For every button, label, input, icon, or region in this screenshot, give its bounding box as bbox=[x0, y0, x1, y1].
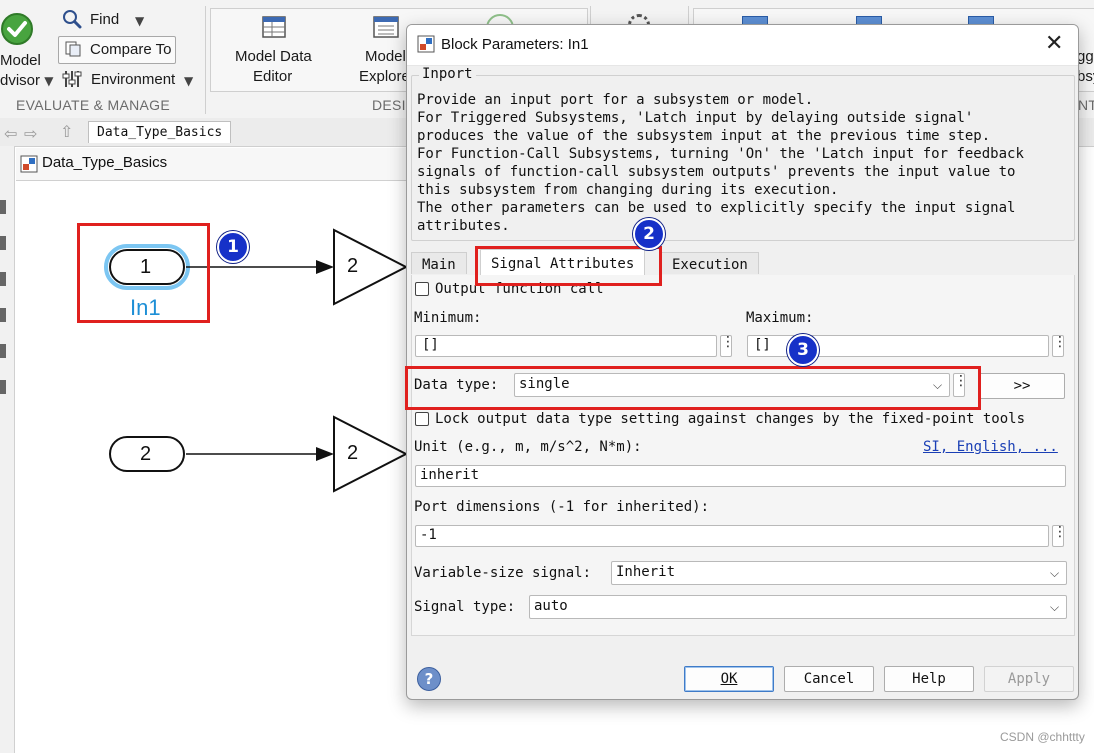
lock-output-data-type-label: Lock output data type setting against ch… bbox=[435, 411, 1026, 427]
chevron-down-icon: ⌵ bbox=[1050, 600, 1060, 614]
variable-size-signal-select[interactable]: Inherit ⌵ bbox=[611, 561, 1067, 585]
gain-block-2-value: 2 bbox=[347, 442, 359, 464]
description-line: The other parameters can be used to expl… bbox=[417, 200, 1016, 216]
apply-button-label: Apply bbox=[1007, 671, 1051, 687]
data-type-assistant-button[interactable]: >> bbox=[979, 373, 1065, 399]
gain-block-2[interactable] bbox=[333, 415, 409, 493]
minimum-options-button[interactable]: ⋮ bbox=[720, 335, 735, 357]
block-parameters-dialog: Block Parameters: In1 ✕ Inport Provide a… bbox=[406, 24, 1079, 700]
inport-in2-number: 2 bbox=[140, 443, 152, 465]
cancel-button[interactable]: Cancel bbox=[784, 666, 874, 692]
annotation-box-signal-attributes-tab bbox=[475, 246, 662, 286]
arrowhead-icon bbox=[316, 447, 334, 461]
gain-block-1[interactable] bbox=[333, 228, 409, 306]
signal-type-select[interactable]: auto ⌵ bbox=[529, 595, 1067, 619]
port-dimensions-input[interactable]: -1 bbox=[415, 525, 1049, 547]
minimum-input[interactable]: [] bbox=[415, 335, 717, 357]
signal-type-value: auto bbox=[534, 598, 568, 614]
maximum-options-button[interactable]: ⋮ bbox=[1052, 335, 1067, 357]
dialog-title-bar: Block Parameters: In1 ✕ bbox=[407, 25, 1078, 66]
annotation-badge-3: 3 bbox=[787, 334, 819, 366]
help-icon-glyph: ? bbox=[424, 670, 434, 688]
watermark: CSDN @chhttty bbox=[1000, 730, 1085, 744]
ok-button-label: OK bbox=[720, 671, 738, 687]
inport-group-label: Inport bbox=[419, 66, 476, 82]
description-line: produces the value of the subsystem inpu… bbox=[417, 128, 991, 144]
help-button[interactable]: Help bbox=[884, 666, 974, 692]
unit-value: inherit bbox=[420, 467, 480, 483]
lock-output-data-type-checkbox[interactable] bbox=[415, 412, 429, 426]
port-dimensions-options-button[interactable]: ⋮ bbox=[1052, 525, 1067, 547]
help-button-label: Help bbox=[912, 671, 946, 687]
maximum-label: Maximum: bbox=[746, 310, 814, 326]
port-dimensions-value: -1 bbox=[420, 527, 437, 543]
model-canvas bbox=[104, 228, 409, 493]
unit-system-link[interactable]: SI, English, ... bbox=[923, 439, 1058, 455]
description-line: For Triggered Subsystems, 'Latch input b… bbox=[417, 110, 974, 126]
output-function-call-checkbox[interactable] bbox=[415, 282, 429, 296]
description-line: For Function-Call Subsystems, turning 'O… bbox=[417, 146, 1024, 162]
arrowhead-icon bbox=[316, 260, 334, 274]
minimum-value: [] bbox=[422, 337, 439, 353]
variable-size-signal-label: Variable-size signal: bbox=[414, 565, 592, 581]
help-icon[interactable]: ? bbox=[417, 667, 441, 691]
dialog-title: Block Parameters: In1 bbox=[441, 36, 589, 53]
apply-button[interactable]: Apply bbox=[984, 666, 1074, 692]
close-icon[interactable]: ✕ bbox=[1045, 31, 1063, 56]
block-description: Provide an input port for a subsystem or… bbox=[417, 91, 1024, 235]
cancel-button-label: Cancel bbox=[803, 671, 855, 687]
right-section-label: NT bbox=[1078, 97, 1094, 113]
unit-label: Unit (e.g., m, m/s^2, N*m): bbox=[414, 439, 642, 455]
annotation-badge-2: 2 bbox=[633, 218, 665, 250]
unit-input[interactable]: inherit bbox=[415, 465, 1066, 487]
annotation-box-in1 bbox=[77, 223, 210, 323]
chevron-down-icon: ⌵ bbox=[1050, 566, 1060, 580]
annotation-badge-1: 1 bbox=[217, 231, 249, 263]
ok-button[interactable]: OK bbox=[684, 666, 774, 692]
triggered-partial-label: gg bbox=[1077, 48, 1094, 65]
minimum-label: Minimum: bbox=[414, 310, 482, 326]
maximum-value: [] bbox=[754, 337, 771, 353]
gain-block-1-value: 2 bbox=[347, 255, 359, 277]
variable-size-signal-value: Inherit bbox=[616, 564, 676, 580]
description-line: Provide an input port for a subsystem or… bbox=[417, 92, 814, 108]
description-line: this subsystem from changing during its … bbox=[417, 182, 839, 198]
description-line: attributes. bbox=[417, 218, 510, 234]
tab-main[interactable]: Main bbox=[411, 252, 467, 274]
tab-execution[interactable]: Execution bbox=[661, 252, 759, 274]
annotation-box-data-type bbox=[405, 366, 981, 410]
description-line: signals of function-call subsystem outpu… bbox=[417, 164, 1016, 180]
subsystem-partial-label: bsy bbox=[1077, 68, 1094, 85]
block-icon bbox=[417, 35, 435, 53]
port-dimensions-label: Port dimensions (-1 for inherited): bbox=[414, 499, 710, 515]
signal-type-label: Signal type: bbox=[414, 599, 516, 615]
